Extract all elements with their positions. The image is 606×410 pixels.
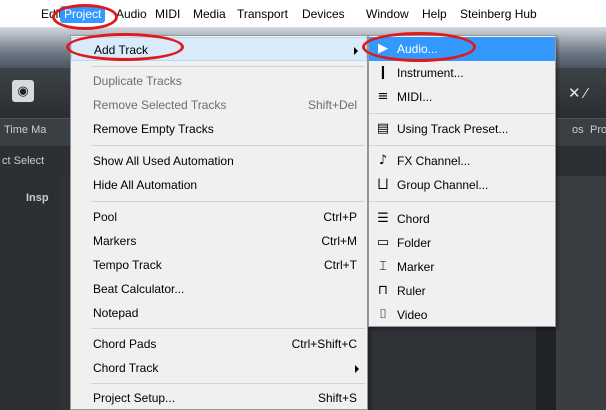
- menu-item-duplicate-tracks[interactable]: Duplicate Tracks: [71, 69, 367, 93]
- ruler-track-icon: ⊓: [377, 283, 389, 298]
- instrument-track-icon: ❙: [377, 65, 389, 80]
- annotation-ring-audio: [362, 32, 476, 62]
- menu-midi[interactable]: MIDI: [153, 6, 182, 23]
- add-track-submenu: ▶ Audio... ❙ Instrument... ≡ MIDI... ▤ U…: [368, 35, 556, 327]
- menu-separator: [91, 201, 365, 202]
- menu-separator: [369, 145, 555, 146]
- right-label-1: os: [572, 124, 584, 136]
- menu-item-markers[interactable]: Markers Ctrl+M: [71, 229, 367, 253]
- menu-item-chord-track[interactable]: Chord Track: [71, 356, 367, 380]
- menu-window[interactable]: Window: [364, 6, 411, 23]
- annotation-ring-project: [52, 4, 118, 30]
- midi-track-icon: ≡: [377, 89, 389, 104]
- menu-item-notepad[interactable]: Notepad: [71, 301, 367, 325]
- menu-help[interactable]: Help: [420, 6, 449, 23]
- submenu-item-fx-channel[interactable]: ♪ FX Channel...: [369, 149, 555, 173]
- menu-item-hide-all-automation[interactable]: Hide All Automation: [71, 173, 367, 197]
- menu-item-pool[interactable]: Pool Ctrl+P: [71, 205, 367, 229]
- menu-item-tempo-track[interactable]: Tempo Track Ctrl+T: [71, 253, 367, 277]
- submenu-item-instrument[interactable]: ❙ Instrument...: [369, 61, 555, 85]
- submenu-item-midi[interactable]: ≡ MIDI...: [369, 85, 555, 109]
- submenu-item-video[interactable]: ⌷ Video: [369, 303, 555, 327]
- video-track-icon: ⌷: [379, 307, 387, 322]
- submenu-item-chord[interactable]: ☰ Chord: [369, 207, 555, 231]
- menu-separator: [91, 383, 365, 384]
- submenu-item-group-channel[interactable]: ⨆ Group Channel...: [369, 173, 555, 197]
- project-menu: Add Track Duplicate Tracks Remove Select…: [70, 35, 368, 410]
- inspector-label: Insp: [26, 192, 49, 204]
- record-mode-icon[interactable]: ◉: [12, 80, 34, 102]
- menu-audio[interactable]: Audio: [114, 6, 149, 23]
- inspector-panel: [0, 176, 60, 410]
- annotation-ring-add-track: [66, 33, 184, 61]
- menu-media[interactable]: Media: [191, 6, 228, 23]
- group-channel-icon: ⨆: [377, 177, 389, 192]
- menu-separator: [91, 328, 365, 329]
- menu-devices[interactable]: Devices: [300, 6, 347, 23]
- submenu-arrow-icon: [355, 365, 359, 373]
- menu-item-remove-selected-tracks[interactable]: Remove Selected Tracks Shift+Del: [71, 93, 367, 117]
- submenu-item-ruler[interactable]: ⊓ Ruler: [369, 279, 555, 303]
- menu-item-remove-empty-tracks[interactable]: Remove Empty Tracks: [71, 117, 367, 141]
- project-area: [556, 176, 606, 410]
- menu-steinberg-hub[interactable]: Steinberg Hub: [458, 6, 539, 23]
- fx-channel-icon: ♪: [378, 153, 388, 168]
- close-edit-icons[interactable]: ✕ ⁄: [568, 84, 587, 102]
- folder-track-icon: ▭: [376, 235, 390, 250]
- menu-separator: [369, 201, 555, 202]
- chord-track-icon: ☰: [377, 211, 389, 226]
- menu-transport[interactable]: Transport: [235, 6, 290, 23]
- menu-separator: [369, 113, 555, 114]
- menu-separator: [91, 145, 365, 146]
- menu-separator: [91, 66, 365, 67]
- submenu-item-marker[interactable]: ⌶ Marker: [369, 255, 555, 279]
- time-label: Time Ma: [4, 124, 47, 136]
- submenu-item-using-track-preset[interactable]: ▤ Using Track Preset...: [369, 117, 555, 141]
- select-label: ct Select: [2, 155, 45, 167]
- submenu-item-folder[interactable]: ▭ Folder: [369, 231, 555, 255]
- menu-item-show-all-used-automation[interactable]: Show All Used Automation: [71, 149, 367, 173]
- menu-item-beat-calculator[interactable]: Beat Calculator...: [71, 277, 367, 301]
- marker-track-icon: ⌶: [379, 259, 387, 274]
- menu-item-chord-pads[interactable]: Chord Pads Ctrl+Shift+C: [71, 332, 367, 356]
- submenu-arrow-icon: [354, 47, 358, 55]
- right-label-2: Pro: [590, 124, 606, 136]
- track-preset-icon: ▤: [376, 121, 390, 136]
- menu-item-project-setup[interactable]: Project Setup... Shift+S: [71, 386, 367, 410]
